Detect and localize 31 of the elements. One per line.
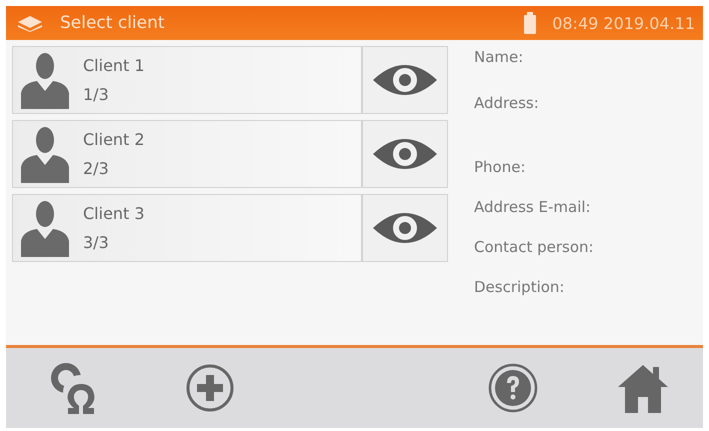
- detail-label: Contact person:: [474, 238, 594, 256]
- person-icon: [19, 199, 71, 257]
- help-icon: [488, 363, 538, 413]
- screen-title: Select client: [60, 13, 166, 33]
- plus-icon: [185, 363, 235, 413]
- detail-label: Description:: [474, 278, 566, 296]
- battery-icon: [524, 12, 536, 34]
- view-button[interactable]: [362, 46, 448, 114]
- client-name: Client 3: [83, 204, 145, 223]
- person-icon: [19, 51, 71, 109]
- detail-label: Address E-mail:: [474, 198, 592, 216]
- view-button[interactable]: [362, 194, 448, 262]
- client-number: 1/3: [83, 85, 110, 104]
- detail-label: Name:: [474, 48, 524, 66]
- client-item[interactable]: Client 2 2/3: [12, 120, 362, 188]
- client-item[interactable]: Client 3 3/3: [12, 194, 362, 262]
- person-icon: [19, 125, 71, 183]
- client-number: 3/3: [83, 233, 110, 252]
- client-item[interactable]: Client 1 1/3: [12, 46, 362, 114]
- detail-label: Phone:: [474, 158, 527, 176]
- client-number: 2/3: [83, 159, 110, 178]
- stack-icon: [16, 14, 44, 32]
- add-button[interactable]: [185, 363, 235, 413]
- client-name: Client 2: [83, 130, 145, 149]
- help-button[interactable]: [488, 363, 538, 413]
- client-name: Client 1: [83, 56, 145, 75]
- view-button[interactable]: [362, 120, 448, 188]
- home-icon: [617, 363, 669, 413]
- home-button[interactable]: [617, 363, 669, 413]
- detail-label: Address:: [474, 94, 540, 112]
- date-time: 08:49 2019.04.11: [552, 14, 695, 32]
